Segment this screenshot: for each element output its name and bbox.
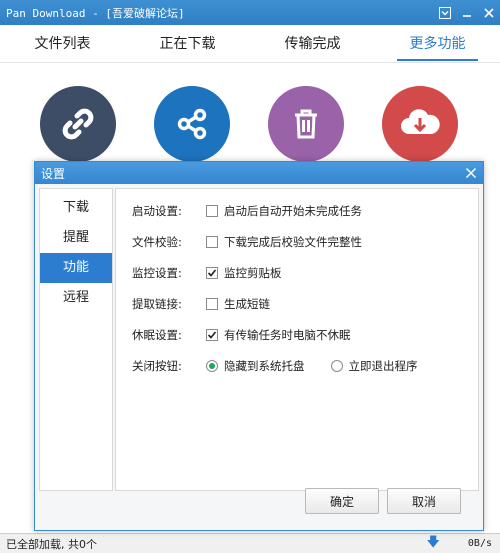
sidebar-item-features[interactable]: 功能 xyxy=(40,253,112,283)
dialog-title: 设置 xyxy=(41,166,66,181)
main-titlebar: Pan Download - [吾爱破解论坛] xyxy=(0,0,500,25)
settings-dialog: 设置 下载 提醒 功能 远程 启动设置: 启动后自动开始未完成任务 文件校验: … xyxy=(34,161,484,531)
speed-area: 🡇 0B/s xyxy=(427,533,500,553)
status-bar: 已全部加载, 共0个 🡇 0B/s xyxy=(0,533,500,553)
sidebar-item-download[interactable]: 下载 xyxy=(40,193,112,223)
share-icon[interactable] xyxy=(154,86,230,162)
setting-row-verify: 文件校验: 下载完成后校验文件完整性 xyxy=(132,232,362,252)
checkbox-label[interactable]: 下载完成后校验文件完整性 xyxy=(224,234,362,250)
radio-hide-to-tray[interactable]: 隐藏到系统托盘 xyxy=(206,358,305,374)
download-arrow-icon: 🡇 xyxy=(426,534,440,550)
tab-downloading[interactable]: 正在下载 xyxy=(125,25,250,63)
setting-row-close: 关闭按钮: 隐藏到系统托盘 立即退出程序 xyxy=(132,356,418,376)
checkbox-box[interactable] xyxy=(206,298,218,310)
dialog-close-icon[interactable] xyxy=(459,162,483,184)
radio-circle[interactable] xyxy=(206,360,218,372)
setting-row-monitor: 监控设置: 监控剪贴板 xyxy=(132,263,282,283)
radio-label[interactable]: 隐藏到系统托盘 xyxy=(224,358,305,374)
close-icon[interactable] xyxy=(478,0,500,25)
sidebar-item-remote[interactable]: 远程 xyxy=(40,283,112,313)
download-speed: 0B/s xyxy=(467,538,492,549)
monitor-clipboard-checkbox[interactable]: 监控剪贴板 xyxy=(206,265,282,281)
verify-checkbox[interactable]: 下载完成后校验文件完整性 xyxy=(206,234,362,250)
ok-button[interactable]: 确定 xyxy=(305,488,379,514)
settings-sidebar: 下载 提醒 功能 远程 xyxy=(39,188,113,491)
setting-label: 休眠设置: xyxy=(132,328,182,342)
setting-label: 关闭按钮: xyxy=(132,359,182,373)
checkbox-box[interactable] xyxy=(206,205,218,217)
dialog-body: 下载 提醒 功能 远程 启动设置: 启动后自动开始未完成任务 文件校验: 下载完… xyxy=(35,184,483,530)
checkbox-box[interactable] xyxy=(206,236,218,248)
setting-row-startup: 启动设置: 启动后自动开始未完成任务 xyxy=(132,201,362,221)
sidebar-item-reminder[interactable]: 提醒 xyxy=(40,223,112,253)
setting-label: 监控设置: xyxy=(132,266,182,280)
checkbox-box[interactable] xyxy=(206,329,218,341)
checkbox-label[interactable]: 生成短链 xyxy=(224,296,270,312)
status-text: 已全部加载, 共0个 xyxy=(6,537,97,551)
checkbox-box[interactable] xyxy=(206,267,218,279)
setting-label: 提取链接: xyxy=(132,297,182,311)
setting-row-link: 提取链接: 生成短链 xyxy=(132,294,270,314)
trash-icon[interactable] xyxy=(268,86,344,162)
minimize-icon[interactable] xyxy=(456,0,478,25)
checkbox-label[interactable]: 监控剪贴板 xyxy=(224,265,282,281)
cancel-button[interactable]: 取消 xyxy=(387,488,461,514)
settings-panel: 启动设置: 启动后自动开始未完成任务 文件校验: 下载完成后校验文件完整性 监控… xyxy=(115,188,479,491)
radio-circle[interactable] xyxy=(330,360,343,372)
check-icon xyxy=(207,269,217,277)
tab-completed[interactable]: 传输完成 xyxy=(250,25,375,63)
startup-checkbox[interactable]: 启动后自动开始未完成任务 xyxy=(206,203,362,219)
checkbox-label[interactable]: 有传输任务时电脑不休眠 xyxy=(224,327,351,343)
main-tabs: 文件列表 正在下载 传输完成 更多功能 xyxy=(0,25,500,63)
dialog-titlebar: 设置 xyxy=(35,162,483,184)
setting-label: 文件校验: xyxy=(132,235,182,249)
no-sleep-checkbox[interactable]: 有传输任务时电脑不休眠 xyxy=(206,327,351,343)
short-link-checkbox[interactable]: 生成短链 xyxy=(206,296,270,312)
dialog-button-bar: 确定 取消 xyxy=(35,474,483,530)
check-icon xyxy=(207,331,217,339)
setting-label: 启动设置: xyxy=(132,204,182,218)
tab-file-list[interactable]: 文件列表 xyxy=(0,25,125,63)
tab-more-features[interactable]: 更多功能 xyxy=(375,25,500,63)
radio-exit-program[interactable]: 立即退出程序 xyxy=(330,358,418,374)
setting-row-sleep: 休眠设置: 有传输任务时电脑不休眠 xyxy=(132,325,351,345)
checkbox-label[interactable]: 启动后自动开始未完成任务 xyxy=(224,203,362,219)
menu-dropdown-icon[interactable] xyxy=(434,0,456,25)
link-icon[interactable] xyxy=(40,86,116,162)
radio-label[interactable]: 立即退出程序 xyxy=(349,358,418,374)
cloud-download-icon[interactable] xyxy=(382,86,458,162)
window-title: Pan Download - [吾爱破解论坛] xyxy=(6,6,185,20)
feature-icons-row xyxy=(0,63,500,173)
